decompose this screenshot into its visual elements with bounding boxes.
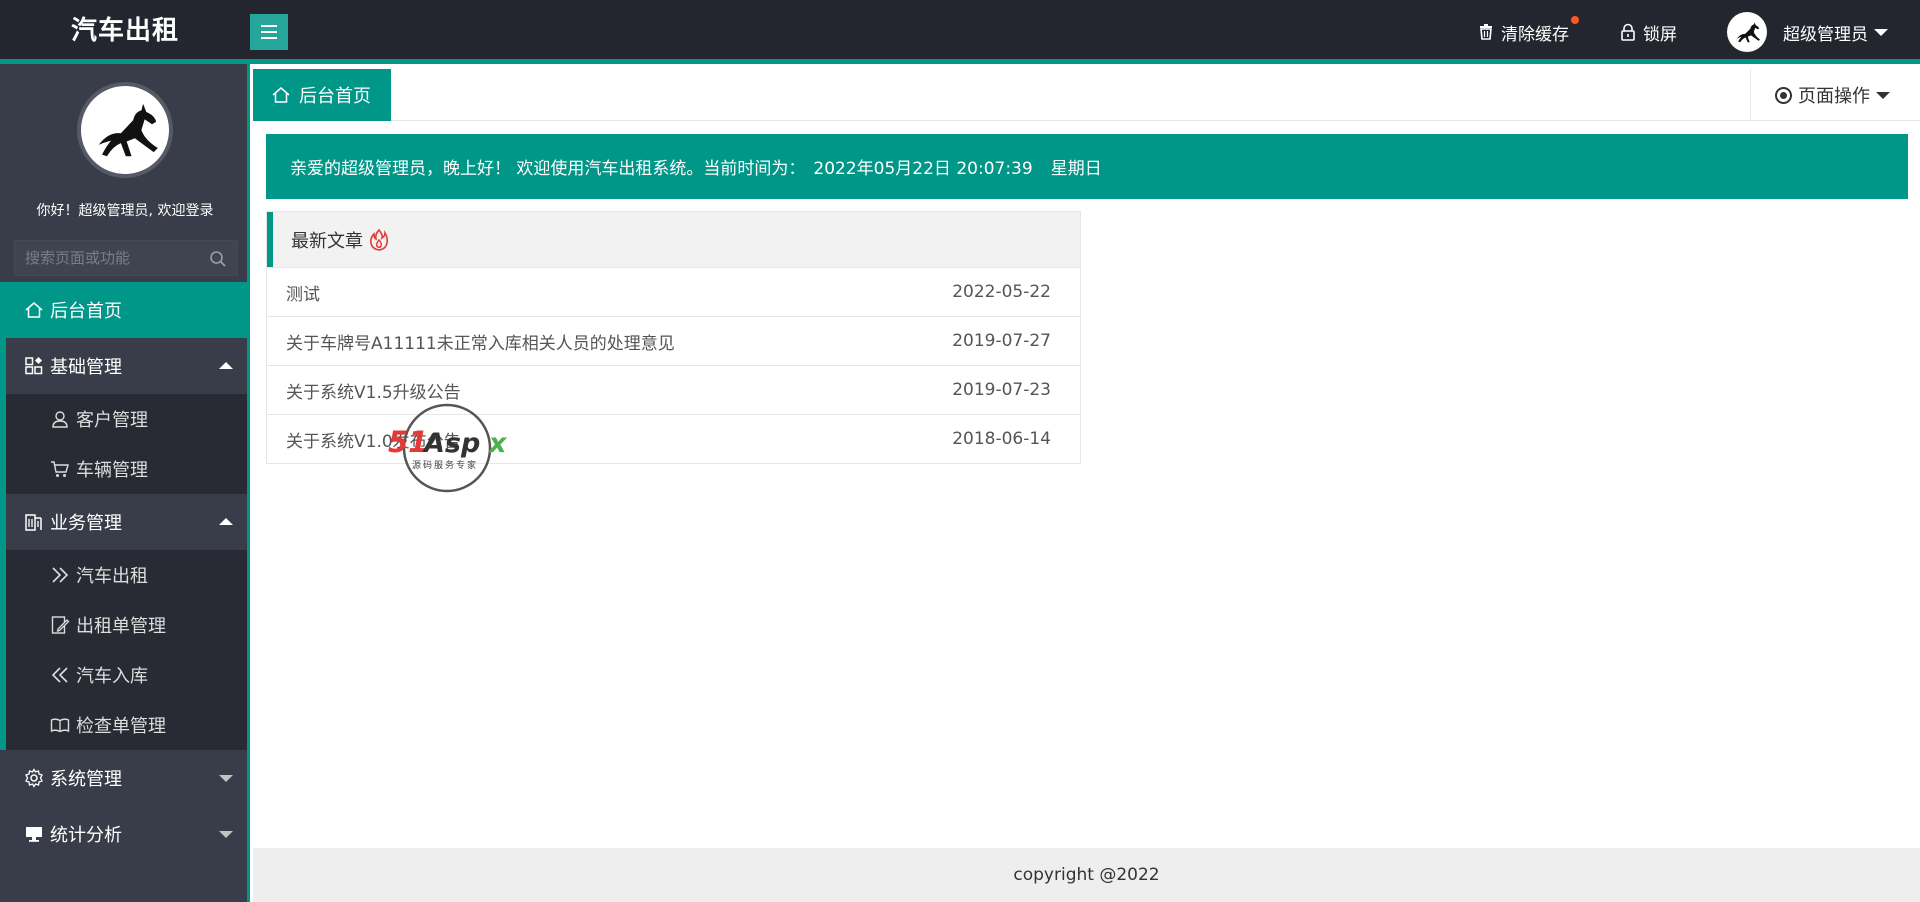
user-name: 超级管理员 xyxy=(1783,24,1868,45)
list-item[interactable]: 测试 2022-05-22 xyxy=(267,267,1080,316)
monitor-icon xyxy=(26,827,42,842)
article-date: 2019-07-23 xyxy=(952,380,1051,400)
watermark-tagline: 源码服务专家 xyxy=(412,459,478,471)
avatar xyxy=(1727,12,1767,52)
notification-dot xyxy=(1571,15,1579,24)
sidebar-item-car-return[interactable]: 汽车入库 xyxy=(6,650,247,700)
hamburger-icon-bar xyxy=(261,37,277,39)
top-header: 汽车出租 清除缓存 锁屏 超级管理员 xyxy=(0,0,1920,64)
watermark-brand-x: x xyxy=(487,428,508,459)
chevron-down-icon xyxy=(219,831,233,838)
article-title: 测试 xyxy=(286,284,320,305)
current-weekday: 星期日 xyxy=(1050,159,1102,179)
double-chevron-right-icon xyxy=(52,567,69,583)
current-datetime: 2022年05月22日 20:07:39 xyxy=(813,159,1033,179)
submenu-basic: 客户管理 车辆管理 xyxy=(0,394,247,494)
search-box xyxy=(14,240,238,276)
sidebar-group-business[interactable]: 业务管理 xyxy=(0,494,247,550)
sidebar-group-stats[interactable]: 统计分析 xyxy=(0,806,247,862)
watermark-logo: 51 Asp x 源码服务专家 xyxy=(388,403,508,493)
lock-screen-button[interactable]: 锁屏 xyxy=(1619,20,1677,45)
tab-home[interactable]: 后台首页 xyxy=(253,69,391,121)
app-logo[interactable]: 汽车出租 xyxy=(0,0,250,64)
sidebar-item-label: 出租单管理 xyxy=(76,616,166,637)
user-profile xyxy=(0,64,247,204)
article-date: 2018-06-14 xyxy=(952,429,1051,449)
submenu-business: 汽车出租 出租单管理 汽车入库 检查单管理 xyxy=(0,550,247,750)
welcome-text: 你好！超级管理员, 欢迎登录 xyxy=(36,203,214,219)
search-input[interactable] xyxy=(15,241,205,275)
sidebar-nav: 后台首页 基础管理 客户管理 车辆管理 业务管理 汽车出租 出租单管理 汽车入库… xyxy=(0,282,247,862)
chevron-up-icon xyxy=(219,518,233,525)
user-icon xyxy=(52,411,68,428)
sidebar: 你好！超级管理员, 欢迎登录 后台首页 基础管理 xyxy=(0,64,250,902)
sidebar-item-label: 汽车入库 xyxy=(76,666,148,687)
user-menu[interactable]: 超级管理员 xyxy=(1727,12,1888,52)
chevron-down-icon xyxy=(1876,91,1890,99)
sidebar-item-home[interactable]: 后台首页 xyxy=(0,282,247,338)
page-operations-dropdown[interactable]: 页面操作 xyxy=(1750,69,1920,121)
menu-toggle-button[interactable] xyxy=(250,14,288,50)
sidebar-item-customers[interactable]: 客户管理 xyxy=(6,394,247,444)
sidebar-group-label: 系统管理 xyxy=(50,769,122,790)
sidebar-item-rental-orders[interactable]: 出租单管理 xyxy=(6,600,247,650)
target-icon xyxy=(1775,86,1792,104)
edit-document-icon xyxy=(51,616,70,634)
clear-cache-button[interactable]: 清除缓存 xyxy=(1477,15,1579,45)
cart-icon xyxy=(51,461,69,477)
book-icon xyxy=(50,718,70,733)
sidebar-group-label: 基础管理 xyxy=(50,357,122,378)
sidebar-item-label: 后台首页 xyxy=(50,301,122,322)
home-icon xyxy=(272,87,290,103)
panel-header: 最新文章 xyxy=(267,212,1080,267)
avatar[interactable] xyxy=(77,82,173,178)
greeting-text: 亲爱的超级管理员，晚上好！ 欢迎使用汽车出租系统。当前时间为： xyxy=(290,159,806,179)
sidebar-group-label: 业务管理 xyxy=(50,513,122,534)
watermark-brand-rest: Asp xyxy=(422,428,480,459)
chevron-down-icon xyxy=(1874,28,1888,36)
chevron-down-icon xyxy=(219,775,233,782)
page-operations-label: 页面操作 xyxy=(1798,86,1870,107)
sidebar-group-label: 统计分析 xyxy=(50,825,122,846)
sidebar-item-label: 客户管理 xyxy=(76,410,148,431)
tab-bar: 后台首页 页面操作 xyxy=(253,69,1920,121)
home-icon xyxy=(25,302,43,318)
grid-icon xyxy=(25,356,43,375)
article-title: 关于车牌号A11111未正常入库相关人员的处理意见 xyxy=(286,333,675,354)
chevron-up-icon xyxy=(219,362,233,369)
trash-icon xyxy=(1480,24,1492,40)
horse-icon xyxy=(1736,22,1760,43)
sidebar-group-basic[interactable]: 基础管理 xyxy=(0,338,247,394)
sidebar-item-label: 汽车出租 xyxy=(76,566,148,587)
double-chevron-left-icon xyxy=(51,667,68,683)
tab-label: 后台首页 xyxy=(299,86,371,107)
hamburger-icon-bar xyxy=(261,31,277,33)
fire-icon xyxy=(370,228,389,251)
clear-cache-label: 清除缓存 xyxy=(1501,24,1569,45)
panel-title: 最新文章 xyxy=(291,230,363,252)
sidebar-item-vehicles[interactable]: 车辆管理 xyxy=(6,444,247,494)
sidebar-item-car-rental[interactable]: 汽车出租 xyxy=(6,550,247,600)
lock-screen-label: 锁屏 xyxy=(1643,24,1677,45)
article-title: 关于系统V1.5升级公告 xyxy=(286,382,461,403)
search-icon[interactable] xyxy=(209,250,227,268)
sidebar-item-inspection-orders[interactable]: 检查单管理 xyxy=(6,700,247,750)
footer: copyright @2022 xyxy=(253,848,1920,902)
greeting-banner: 亲爱的超级管理员，晚上好！ 欢迎使用汽车出租系统。当前时间为： 2022年05月… xyxy=(266,134,1908,199)
lock-icon xyxy=(1621,23,1635,41)
hamburger-icon xyxy=(261,25,277,27)
sidebar-item-label: 车辆管理 xyxy=(76,460,148,481)
watermark-brand: 51 xyxy=(388,425,428,459)
article-date: 2019-07-27 xyxy=(952,331,1051,351)
header-actions: 清除缓存 锁屏 超级管理员 xyxy=(1477,0,1920,64)
sidebar-group-system[interactable]: 系统管理 xyxy=(0,750,247,806)
horse-icon xyxy=(98,103,158,157)
list-item[interactable]: 关于车牌号A11111未正常入库相关人员的处理意见 2019-07-27 xyxy=(267,316,1080,365)
article-date: 2022-05-22 xyxy=(952,282,1051,302)
building-icon xyxy=(25,514,42,531)
sidebar-item-label: 检查单管理 xyxy=(76,716,166,737)
gear-icon xyxy=(25,768,43,788)
